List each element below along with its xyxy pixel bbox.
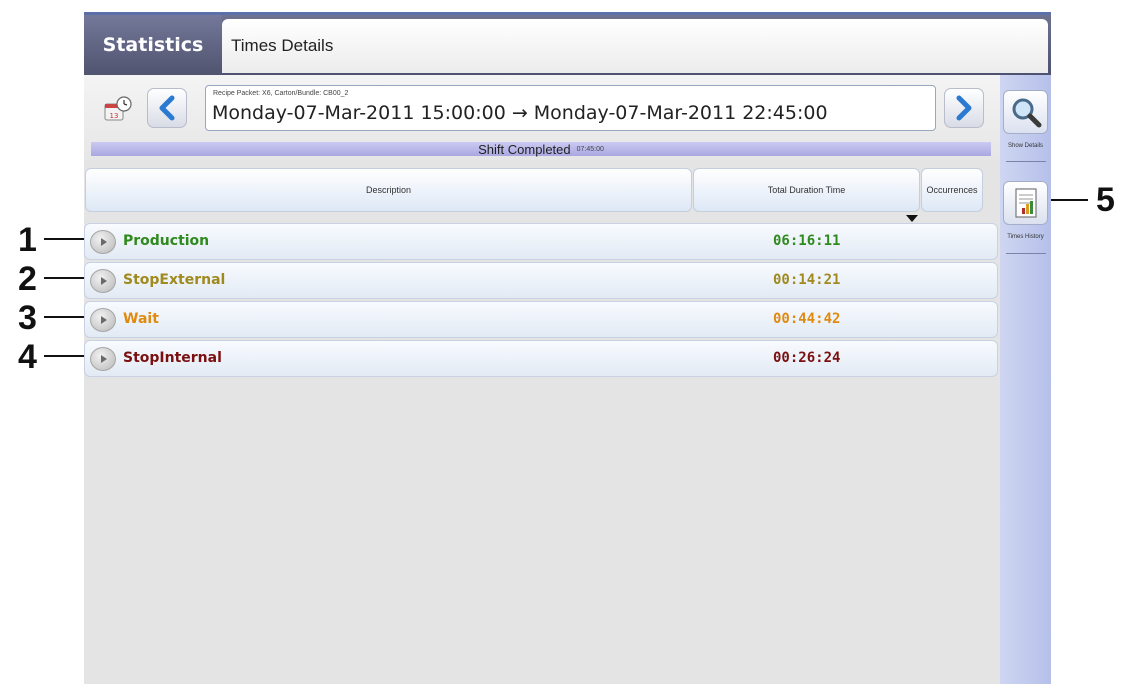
column-header-occurrences[interactable]: Occurrences [921,168,983,212]
show-details-button[interactable] [1003,90,1048,134]
recipe-label: Recipe Packet: X6, Carton/Bundle: CB00_2 [213,90,349,97]
divider [1006,253,1046,254]
callout-number: 1 [18,221,37,259]
show-details-label: Show Details [1007,143,1043,149]
expand-arrow-icon[interactable] [90,347,116,371]
table-row[interactable]: Wait 00:44:42 [84,301,998,338]
row-duration: 00:44:42 [773,311,841,327]
row-duration: 06:16:11 [773,233,841,249]
callout-number: 4 [18,338,37,376]
divider [1006,161,1046,162]
shift-duration: 07:45:00 [576,145,604,153]
statistics-screen: Statistics Times Details 13 Recipe Packe… [84,12,1051,684]
row-description: StopExternal [123,272,226,288]
expand-arrow-icon[interactable] [90,230,116,254]
callout-number: 2 [18,260,37,298]
expand-arrow-icon[interactable] [90,308,116,332]
callout-number: 3 [18,299,37,337]
table-row[interactable]: Production 06:16:11 [84,223,998,260]
next-range-button[interactable] [944,88,984,128]
row-description: Wait [123,311,159,327]
chevron-left-icon [159,95,175,121]
table-row[interactable]: StopInternal 00:26:24 [84,340,998,377]
date-range-text: Monday-07-Mar-2011 15:00:00 → Monday-07-… [212,102,828,124]
previous-range-button[interactable] [147,88,187,128]
report-history-icon [1014,188,1037,218]
callout-number: 5 [1096,181,1115,219]
right-sidebar: Show Details Times History [1000,75,1051,684]
times-history-label: Times History [1007,234,1044,240]
expand-arrow-icon[interactable] [90,269,116,293]
times-table: Production 06:16:11 StopExternal 00:14:2… [84,223,998,379]
tab-statistics[interactable]: Statistics [84,15,222,75]
row-duration: 00:14:21 [773,272,841,288]
column-header-description[interactable]: Description [85,168,692,212]
row-description: Production [123,233,210,249]
shift-status: Shift Completed [478,141,571,157]
table-row[interactable]: StopExternal 00:14:21 [84,262,998,299]
shift-status-bar: Shift Completed 07:45:00 [91,141,991,157]
column-header-total-duration[interactable]: Total Duration Time [693,168,920,212]
row-duration: 00:26:24 [773,350,841,366]
header-bar: Statistics Times Details [84,15,1051,75]
calendar-clock-icon[interactable]: 13 [102,95,134,125]
range-bar: 13 Recipe Packet: X6, Carton/Bundle: CB0… [84,75,1050,160]
row-description: StopInternal [123,350,222,366]
svg-text:13: 13 [110,112,119,120]
magnifier-icon [1012,98,1041,128]
date-range-selector[interactable]: Recipe Packet: X6, Carton/Bundle: CB00_2… [205,85,1050,137]
times-history-button[interactable] [1003,181,1048,225]
chevron-right-icon [956,95,972,121]
sort-descending-icon [906,215,918,222]
page-title: Times Details [222,19,1048,73]
